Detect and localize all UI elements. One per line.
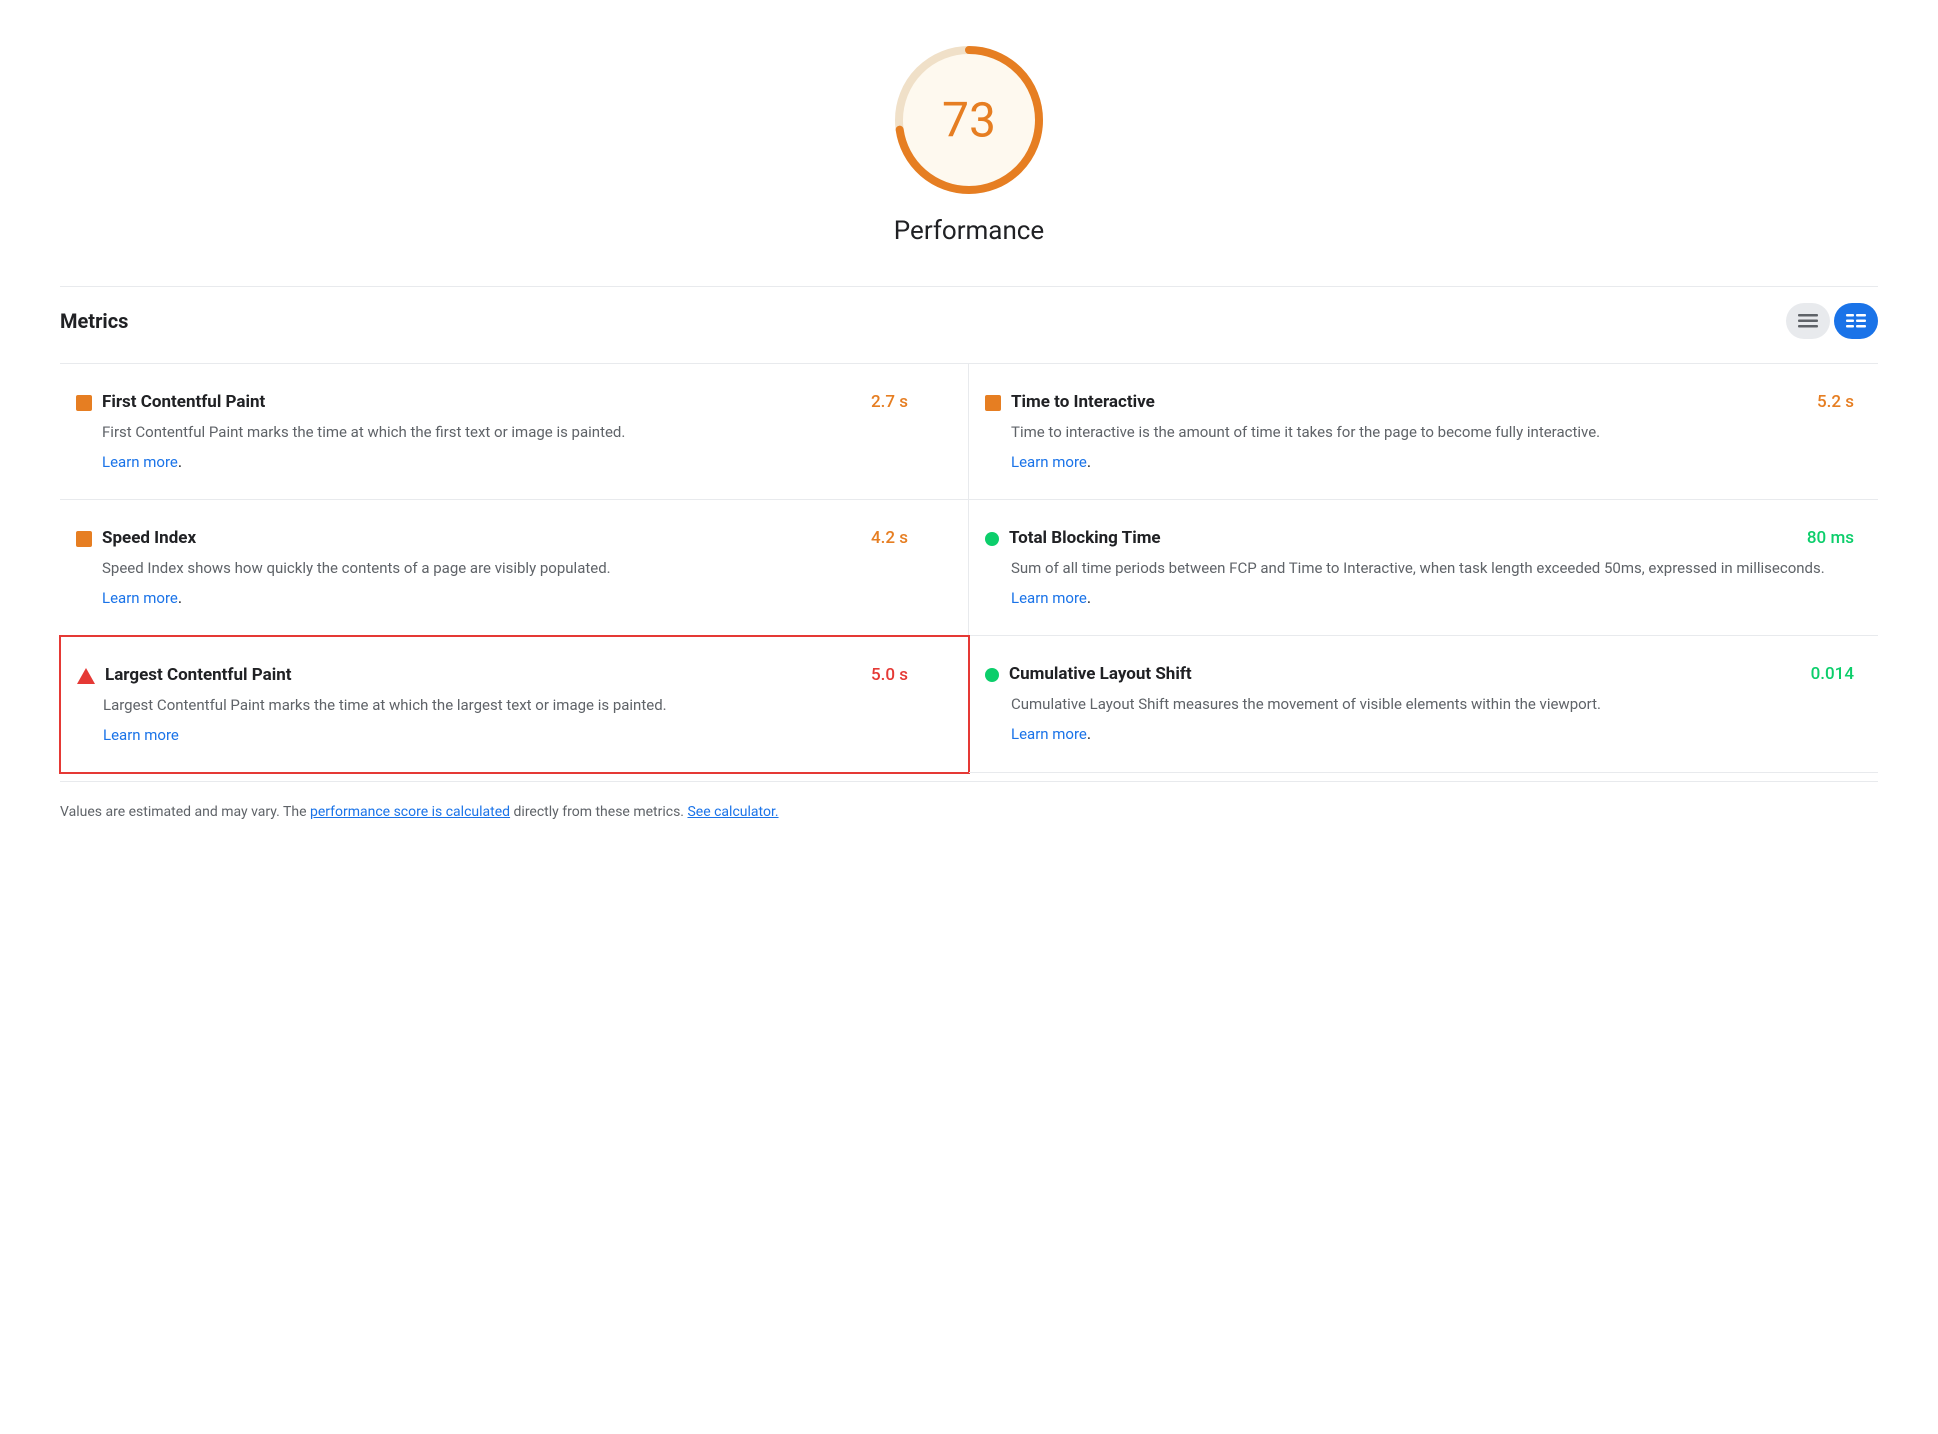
- metric-si: Speed Index 4.2 s Speed Index shows how …: [60, 500, 969, 636]
- si-name: Speed Index: [102, 528, 196, 548]
- score-value: 73: [942, 92, 996, 149]
- cls-value: 0.014: [1811, 664, 1854, 684]
- tti-icon: [985, 395, 1001, 411]
- tbt-learn-more[interactable]: Learn more: [1011, 589, 1087, 607]
- tti-value: 5.2 s: [1817, 392, 1854, 412]
- lcp-icon: [77, 668, 95, 684]
- metrics-header: Metrics: [60, 286, 1878, 355]
- metric-cls: Cumulative Layout Shift 0.014 Cumulative…: [969, 636, 1878, 773]
- footer-note: Values are estimated and may vary. The p…: [60, 781, 1878, 843]
- score-gauge: 73: [889, 40, 1049, 200]
- cls-icon: [985, 668, 999, 682]
- si-icon: [76, 531, 92, 547]
- tbt-value: 80 ms: [1807, 528, 1854, 548]
- score-label: Performance: [894, 216, 1044, 246]
- metric-fcp-header: First Contentful Paint 2.7 s: [76, 392, 908, 412]
- footer-text-before: Values are estimated and may vary. The: [60, 804, 310, 820]
- calculator-link[interactable]: See calculator.: [687, 804, 778, 820]
- metric-tbt-header: Total Blocking Time 80 ms: [985, 528, 1854, 548]
- detail-icon: [1846, 314, 1866, 328]
- metric-si-header: Speed Index 4.2 s: [76, 528, 908, 548]
- fcp-learn-more[interactable]: Learn more: [102, 453, 178, 471]
- tbt-name: Total Blocking Time: [1009, 528, 1161, 548]
- fcp-description: First Contentful Paint marks the time at…: [102, 420, 908, 444]
- lcp-value: 5.0 s: [871, 665, 908, 685]
- cls-name: Cumulative Layout Shift: [1009, 664, 1192, 684]
- lcp-description: Largest Contentful Paint marks the time …: [103, 693, 908, 717]
- lcp-learn-more[interactable]: Learn more: [103, 726, 179, 744]
- tti-name: Time to Interactive: [1011, 392, 1155, 412]
- metric-tti: Time to Interactive 5.2 s Time to intera…: [969, 364, 1878, 500]
- lcp-name: Largest Contentful Paint: [105, 665, 292, 685]
- metric-tbt: Total Blocking Time 80 ms Sum of all tim…: [969, 500, 1878, 636]
- tti-description: Time to interactive is the amount of tim…: [1011, 420, 1854, 444]
- metrics-grid: First Contentful Paint 2.7 s First Conte…: [60, 363, 1878, 773]
- metric-fcp: First Contentful Paint 2.7 s First Conte…: [60, 364, 969, 500]
- metrics-title: Metrics: [60, 309, 128, 333]
- metric-lcp-header: Largest Contentful Paint 5.0 s: [77, 665, 908, 685]
- metric-tti-header: Time to Interactive 5.2 s: [985, 392, 1854, 412]
- tbt-description: Sum of all time periods between FCP and …: [1011, 556, 1854, 580]
- tbt-icon: [985, 532, 999, 546]
- cls-description: Cumulative Layout Shift measures the mov…: [1011, 692, 1854, 716]
- metric-cls-header: Cumulative Layout Shift 0.014: [985, 664, 1854, 684]
- detail-view-button[interactable]: [1834, 303, 1878, 339]
- fcp-icon: [76, 395, 92, 411]
- cls-learn-more[interactable]: Learn more: [1011, 725, 1087, 743]
- fcp-value: 2.7 s: [871, 392, 908, 412]
- view-toggle: [1786, 303, 1878, 339]
- si-value: 4.2 s: [871, 528, 908, 548]
- performance-score-link[interactable]: performance score is calculated: [310, 804, 510, 820]
- footer-text-middle: directly from these metrics.: [510, 804, 687, 820]
- tti-learn-more[interactable]: Learn more: [1011, 453, 1087, 471]
- metric-lcp: Largest Contentful Paint 5.0 s Largest C…: [59, 635, 970, 774]
- list-icon: [1798, 314, 1818, 328]
- score-section: 73 Performance: [60, 40, 1878, 246]
- si-learn-more[interactable]: Learn more: [102, 589, 178, 607]
- fcp-name: First Contentful Paint: [102, 392, 265, 412]
- si-description: Speed Index shows how quickly the conten…: [102, 556, 908, 580]
- list-view-button[interactable]: [1786, 303, 1830, 339]
